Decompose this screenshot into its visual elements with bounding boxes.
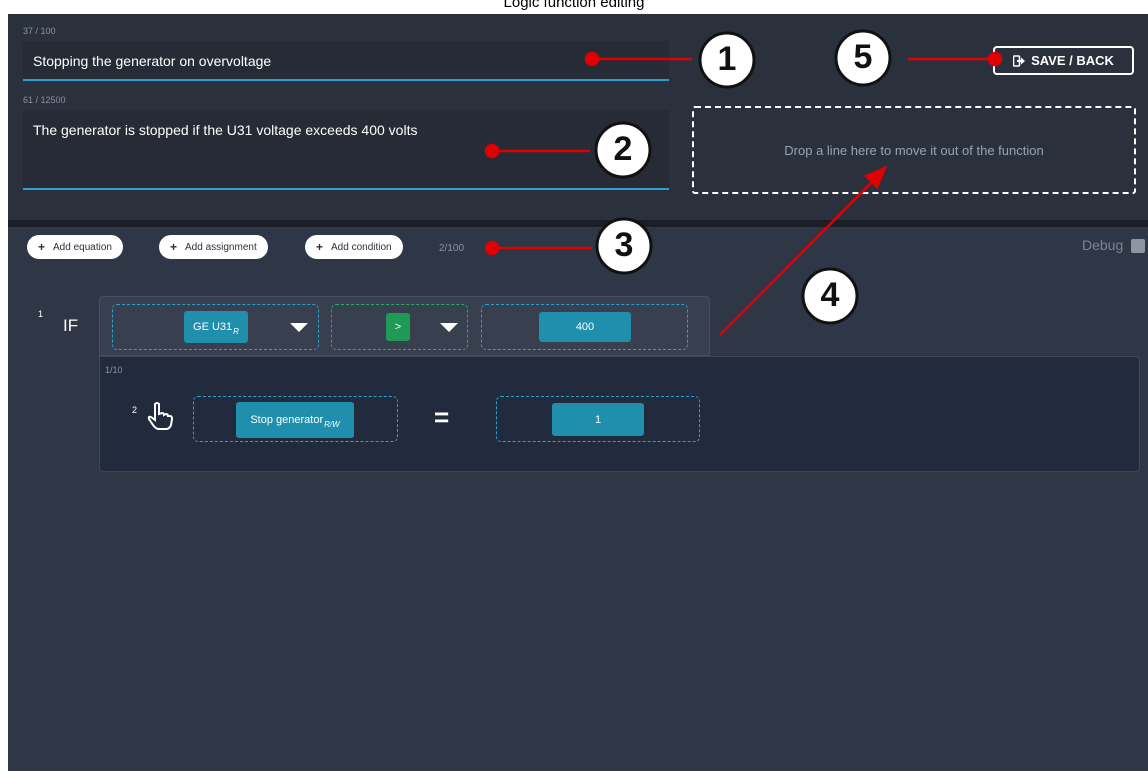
callout-1: 1 bbox=[696, 30, 758, 94]
callout-5: 5 bbox=[832, 28, 894, 92]
callout-2: 2 bbox=[592, 120, 654, 184]
annotation-overlay bbox=[484, 51, 1003, 336]
callout-3: 3 bbox=[593, 216, 655, 280]
callout-4: 4 bbox=[799, 266, 861, 330]
callout-number: 4 bbox=[820, 276, 840, 314]
callout-number: 5 bbox=[853, 38, 873, 76]
callout-number: 1 bbox=[717, 40, 737, 78]
screenshot-frame: Logic function editing 37 / 100 Stopping… bbox=[0, 0, 1148, 771]
callout-number: 3 bbox=[614, 226, 634, 264]
callout-number: 2 bbox=[613, 130, 633, 168]
